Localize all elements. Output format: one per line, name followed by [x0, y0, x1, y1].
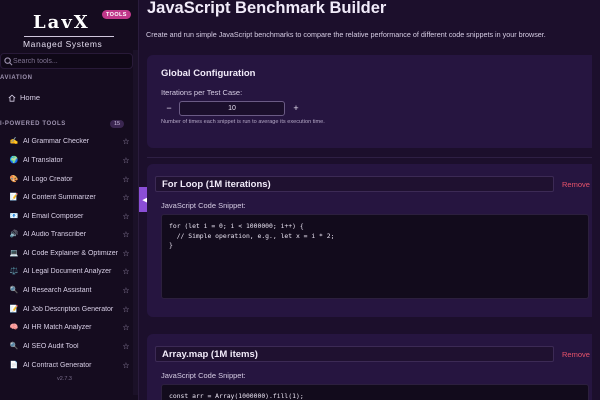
star-icon[interactable]: ☆	[122, 137, 130, 146]
sidebar-tool-item[interactable]: 📝 AI Job Description Generator ☆	[8, 302, 130, 316]
star-icon[interactable]: ☆	[122, 175, 130, 184]
tool-label: AI Content Summarizer	[23, 193, 96, 201]
tool-icon: ⚖️	[9, 268, 19, 275]
iterations-help-text: Number of times each snippet is run to a…	[161, 119, 325, 125]
tools-section-label: I-POWERED TOOLS	[0, 121, 66, 127]
search-input[interactable]	[13, 54, 131, 68]
sidebar-tool-item[interactable]: 🔍 AI SEO Audit Tool ☆	[8, 339, 130, 353]
tool-label: AI Audio Transcriber	[23, 230, 87, 238]
sidebar-item-home[interactable]: Home	[8, 93, 40, 102]
sidebar-tool-item[interactable]: 📝 AI Content Summarizer ☆	[8, 190, 130, 204]
iterations-decrement-button[interactable]: −	[165, 103, 173, 113]
star-icon[interactable]: ☆	[122, 212, 130, 221]
tool-icon: 💻	[9, 250, 19, 257]
test-name-input[interactable]	[155, 346, 554, 362]
tool-icon: 🧠	[9, 324, 19, 331]
test-name-input[interactable]	[155, 176, 554, 192]
logo-subtitle: Managed Systems	[23, 39, 103, 49]
logo-divider	[24, 36, 114, 37]
iterations-increment-button[interactable]: +	[292, 103, 300, 113]
code-snippet-editor[interactable]: const arr = Array(1000000).fill(1);	[161, 384, 589, 400]
star-icon[interactable]: ☆	[122, 267, 130, 276]
sidebar-tool-item[interactable]: 🌍 AI Translator ☆	[8, 153, 130, 167]
tools-count-badge: 15	[110, 120, 125, 128]
tool-label: AI Code Explainer & Optimizer	[23, 249, 118, 257]
tool-label: AI Logo Creator	[23, 175, 73, 183]
page-title: JavaScript Benchmark Builder	[147, 0, 387, 17]
sidebar-item-label: Home	[20, 93, 41, 102]
tool-icon: 📝	[9, 194, 19, 201]
search-box[interactable]	[0, 53, 133, 69]
tool-icon: 📄	[9, 362, 19, 369]
sidebar: LavX Managed Systems TOOLS AVIATION Home…	[0, 0, 139, 400]
version-label: v2.7.3	[57, 376, 72, 382]
tool-label: AI Grammar Checker	[23, 137, 90, 145]
sidebar-tool-item[interactable]: ⚖️ AI Legal Document Analyzer ☆	[8, 264, 130, 278]
sidebar-scrollbar[interactable]	[133, 50, 138, 395]
star-icon[interactable]: ☆	[122, 342, 130, 351]
home-icon	[8, 94, 16, 102]
search-icon	[4, 57, 13, 66]
star-icon[interactable]: ☆	[122, 361, 130, 370]
iterations-label: Iterations per Test Case:	[161, 88, 243, 97]
iterations-input[interactable]	[179, 101, 285, 116]
tool-icon: 📝	[9, 306, 19, 313]
sidebar-tool-item[interactable]: 📄 AI Contract Generator ☆	[8, 358, 130, 372]
sidebar-tool-item[interactable]: 🔊 AI Audio Transcriber ☆	[8, 227, 130, 241]
remove-test-button[interactable]: Remove	[562, 350, 590, 359]
logo-text: LavX	[33, 12, 90, 33]
sidebar-tool-item[interactable]: 📧 AI Email Composer ☆	[8, 209, 130, 223]
page-description: Create and run simple JavaScript benchma…	[146, 30, 546, 39]
tool-icon: 🔍	[9, 287, 19, 294]
tools-badge: TOOLS	[102, 10, 131, 19]
snippet-label: JavaScript Code Snippet:	[161, 371, 246, 380]
main-content: JavaScript Benchmark Builder Create and …	[140, 0, 600, 400]
sidebar-tool-item[interactable]: 🎨 AI Logo Creator ☆	[8, 172, 130, 186]
tool-icon: 🎨	[9, 176, 19, 183]
tool-label: AI Email Composer	[23, 212, 84, 220]
section-divider	[147, 157, 600, 158]
tool-icon: 🔍	[9, 343, 19, 350]
navigation-section-label: AVIATION	[0, 75, 33, 81]
sidebar-tool-item[interactable]: 💻 AI Code Explainer & Optimizer ☆	[8, 246, 130, 260]
tool-label: AI SEO Audit Tool	[23, 342, 79, 350]
tool-icon: ✍️	[9, 138, 19, 145]
star-icon[interactable]: ☆	[122, 193, 130, 202]
tool-label: AI Job Description Generator	[23, 305, 114, 313]
snippet-label: JavaScript Code Snippet:	[161, 201, 246, 210]
global-config-title: Global Configuration	[161, 68, 256, 79]
main-scrollbar[interactable]	[592, 0, 600, 400]
tool-label: AI Contract Generator	[23, 361, 92, 369]
tool-label: AI HR Match Analyzer	[23, 323, 92, 331]
tool-icon: 🔊	[9, 231, 19, 238]
star-icon[interactable]: ☆	[122, 249, 130, 258]
remove-test-button[interactable]: Remove	[562, 180, 590, 189]
tool-label: AI Research Assistant	[23, 286, 92, 294]
sidebar-tool-item[interactable]: 🔍 AI Research Assistant ☆	[8, 283, 130, 297]
tool-label: AI Legal Document Analyzer	[23, 267, 112, 275]
tool-icon: 🌍	[9, 157, 19, 164]
tool-icon: 📧	[9, 213, 19, 220]
sidebar-tool-item[interactable]: ✍️ AI Grammar Checker ☆	[8, 134, 130, 148]
sidebar-tool-item[interactable]: 🧠 AI HR Match Analyzer ☆	[8, 320, 130, 334]
code-snippet-editor[interactable]: for (let i = 0; i < 1000000; i++) { // S…	[161, 214, 589, 299]
star-icon[interactable]: ☆	[122, 305, 130, 314]
tool-label: AI Translator	[23, 156, 63, 164]
star-icon[interactable]: ☆	[122, 323, 130, 332]
star-icon[interactable]: ☆	[122, 230, 130, 239]
star-icon[interactable]: ☆	[122, 156, 130, 165]
star-icon[interactable]: ☆	[122, 286, 130, 295]
